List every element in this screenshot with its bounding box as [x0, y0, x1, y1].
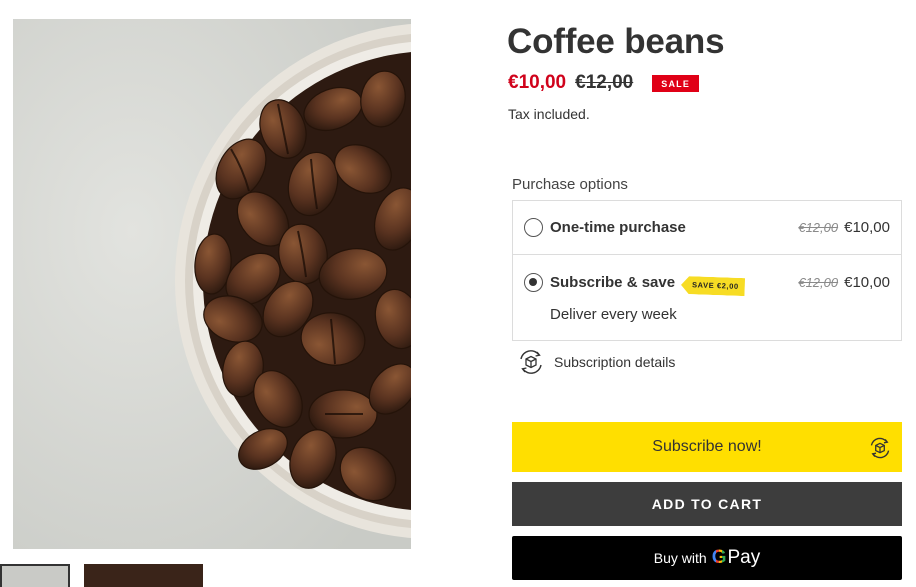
purchase-options-box: One-time purchase €12,00 €10,00 Subscrib…: [512, 200, 902, 341]
product-title: Coffee beans: [507, 22, 725, 61]
subscription-details-label: Subscription details: [554, 354, 676, 370]
subscribe-now-button[interactable]: Subscribe now!: [512, 422, 902, 472]
subscription-box-icon: [868, 436, 892, 460]
subscription-details-link[interactable]: Subscription details: [517, 348, 675, 376]
price-row: €10,00 €12,00 SALE: [508, 72, 700, 94]
tax-note: Tax included.: [508, 106, 590, 122]
option-label: One-time purchase: [550, 219, 686, 236]
option-price: €10,00: [844, 274, 890, 291]
option-subscribe-and-save[interactable]: Subscribe & save SAVE €2,00 €12,00 €10,0…: [513, 255, 901, 341]
radio-subscribe[interactable]: [524, 273, 543, 292]
purchase-options-label: Purchase options: [512, 176, 628, 193]
option-price: €10,00: [844, 219, 890, 236]
google-g-logo-icon: G: [711, 547, 727, 568]
add-to-cart-button[interactable]: ADD TO CART: [512, 482, 902, 526]
delivery-frequency: Deliver every week: [550, 306, 677, 323]
thumbnail-1[interactable]: [0, 564, 70, 587]
option-label: Subscribe & save: [550, 274, 676, 291]
thumbnail-2[interactable]: [84, 564, 203, 587]
gpay-prefix: Buy with: [653, 550, 707, 566]
option-compare-price: €12,00: [798, 275, 839, 290]
compare-price: €12,00: [575, 72, 634, 93]
sale-badge: SALE: [652, 74, 700, 92]
sale-price: €10,00: [508, 72, 567, 93]
option-prices: €12,00 €10,00: [798, 274, 890, 291]
save-tag-badge: SAVE €2,00: [681, 276, 745, 296]
option-one-time-purchase[interactable]: One-time purchase €12,00 €10,00: [513, 201, 901, 255]
subscription-box-icon: [517, 348, 545, 376]
coffee-bowl-photo: [13, 19, 411, 549]
radio-one-time[interactable]: [524, 218, 543, 237]
option-prices: €12,00 €10,00: [798, 219, 890, 236]
google-pay-button[interactable]: Buy with G Pay: [512, 536, 902, 580]
gpay-pay: Pay: [727, 547, 761, 568]
product-main-image[interactable]: [13, 19, 411, 549]
option-compare-price: €12,00: [798, 220, 839, 235]
subscribe-now-label: Subscribe now!: [652, 438, 762, 455]
